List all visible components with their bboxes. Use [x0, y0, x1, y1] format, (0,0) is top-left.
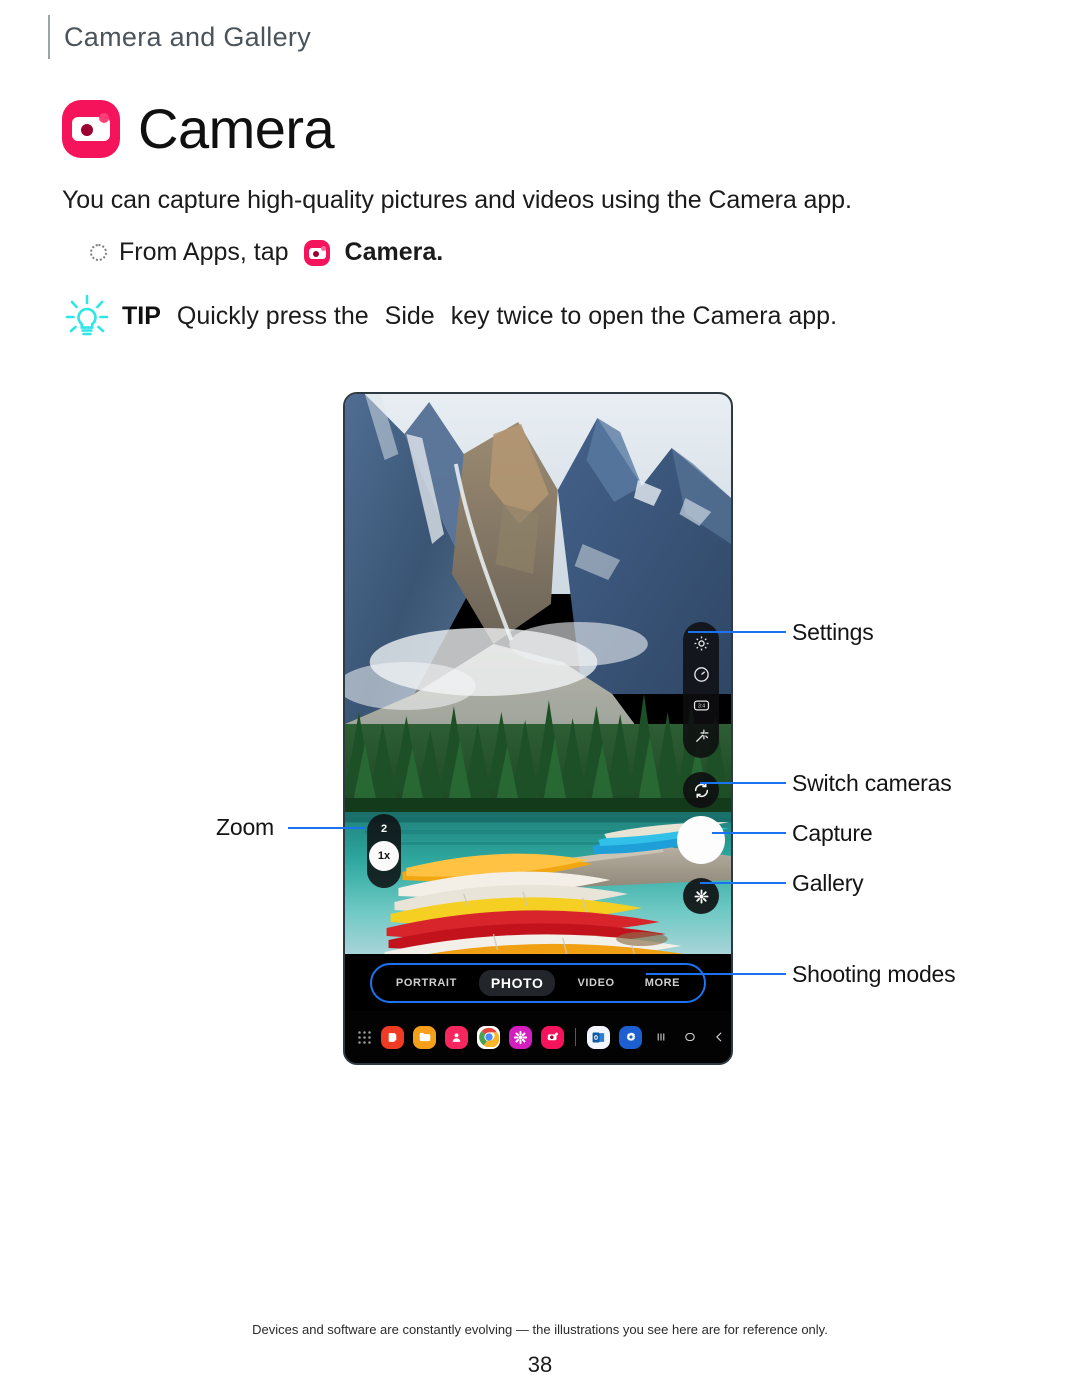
running-header: Camera and Gallery — [0, 14, 1080, 60]
svg-text:3:4: 3:4 — [697, 703, 704, 709]
recents-button[interactable] — [651, 1027, 671, 1047]
camera-icon-dot — [320, 245, 326, 251]
settings-gear-glyph — [626, 1032, 635, 1041]
bullet-prefix-text: From Apps, tap — [119, 238, 289, 266]
tip-label: TIP — [122, 301, 161, 330]
camera-icon-dot — [99, 112, 109, 123]
shooting-modes-pill[interactable]: PORTRAIT PHOTO VIDEO MORE — [369, 963, 707, 1003]
footer-note: Devices and software are constantly evol… — [252, 1322, 828, 1337]
page-number: 38 — [527, 1352, 553, 1377]
viewfinder-scene — [345, 394, 731, 954]
tip-callout: TIP Quickly press the Side key twice to … — [62, 292, 837, 340]
gallery-icon[interactable] — [509, 1025, 532, 1049]
home-icon — [685, 1032, 695, 1042]
zoom-control[interactable]: 2 1x — [367, 814, 401, 888]
outlook-glyph — [592, 1032, 605, 1042]
device-screenshot: 3:4 2 1x PORTRAIT PHOTO VIDEO MORE — [343, 392, 733, 1065]
camera-icon — [303, 239, 330, 266]
page-title: Camera — [138, 97, 335, 160]
samsung-notes-icon[interactable] — [381, 1025, 404, 1049]
switch-camera-button[interactable] — [683, 772, 719, 808]
shooting-modes-bar[interactable]: PORTRAIT PHOTO VIDEO MORE — [345, 954, 731, 1012]
effects-icon[interactable] — [692, 727, 711, 746]
instruction-bullet: From Apps, tap Camera. — [90, 238, 443, 267]
header-divider — [48, 15, 50, 59]
mode-portrait[interactable]: PORTRAIT — [388, 972, 465, 994]
contacts-icon[interactable] — [445, 1025, 468, 1049]
settings-panel[interactable]: 3:4 — [683, 622, 719, 758]
aspect-ratio-icon[interactable]: 3:4 — [692, 696, 711, 715]
callout-leader-shooting-modes — [646, 973, 786, 975]
taskbar[interactable] — [345, 1011, 731, 1063]
callout-label-switch-cameras: Switch cameras — [792, 770, 952, 796]
callout-label-capture: Capture — [792, 820, 873, 846]
capture-button[interactable] — [677, 816, 725, 864]
camera-icon[interactable] — [541, 1025, 564, 1049]
tip-text-before: Quickly press the — [176, 301, 369, 330]
chrome-icon[interactable] — [477, 1025, 500, 1049]
bullet-app-name: Camera. — [344, 238, 444, 266]
home-button[interactable] — [680, 1027, 700, 1047]
my-files-icon[interactable] — [413, 1025, 436, 1049]
mode-video[interactable]: VIDEO — [569, 972, 622, 994]
lightbulb-icon — [65, 294, 109, 336]
callout-leader-gallery — [700, 882, 786, 884]
camera-icon — [62, 99, 120, 158]
bullet-marker-icon — [90, 244, 107, 261]
chrome-glyph — [478, 1027, 499, 1047]
callout-leader-settings — [688, 631, 786, 633]
callout-leader-zoom — [288, 827, 366, 829]
mode-more[interactable]: MORE — [637, 972, 688, 994]
page-title-row: Camera — [62, 96, 335, 161]
gear-icon[interactable] — [692, 634, 711, 653]
folder-glyph — [419, 1032, 430, 1042]
person-glyph — [452, 1032, 461, 1042]
callout-label-zoom: Zoom — [216, 814, 274, 840]
app-drawer-icon[interactable] — [357, 1030, 372, 1045]
callout-leader-capture — [712, 832, 786, 834]
recents-icon — [657, 1033, 665, 1041]
back-button[interactable] — [709, 1027, 729, 1047]
camera-glyph — [547, 1032, 558, 1041]
camera-icon-lens — [81, 123, 93, 136]
timer-icon[interactable] — [692, 665, 711, 684]
tip-emphasis: Side — [384, 301, 435, 330]
header-title: Camera and Gallery — [64, 21, 312, 52]
gallery-flower-glyph — [513, 1030, 528, 1044]
taskbar-divider — [575, 1028, 576, 1046]
callout-label-shooting-modes: Shooting modes — [792, 961, 956, 987]
camera-viewfinder — [345, 394, 731, 954]
outlook-icon[interactable] — [587, 1025, 610, 1049]
callout-leader-switch-cameras — [700, 782, 786, 784]
intro-paragraph: You can capture high-quality pictures an… — [62, 186, 852, 214]
mode-photo[interactable]: PHOTO — [478, 970, 556, 996]
settings-icon[interactable] — [619, 1025, 642, 1049]
gallery-flower-icon[interactable] — [693, 888, 710, 905]
callout-label-settings: Settings — [792, 619, 874, 645]
tip-text-after: key twice to open the Camera app. — [450, 301, 838, 330]
back-icon — [716, 1032, 722, 1042]
zoom-value-2[interactable]: 2 — [381, 823, 387, 835]
callout-label-gallery: Gallery — [792, 870, 864, 896]
zoom-value-1x[interactable]: 1x — [369, 841, 399, 871]
camera-icon-lens — [312, 250, 319, 257]
notes-glyph — [388, 1032, 397, 1042]
